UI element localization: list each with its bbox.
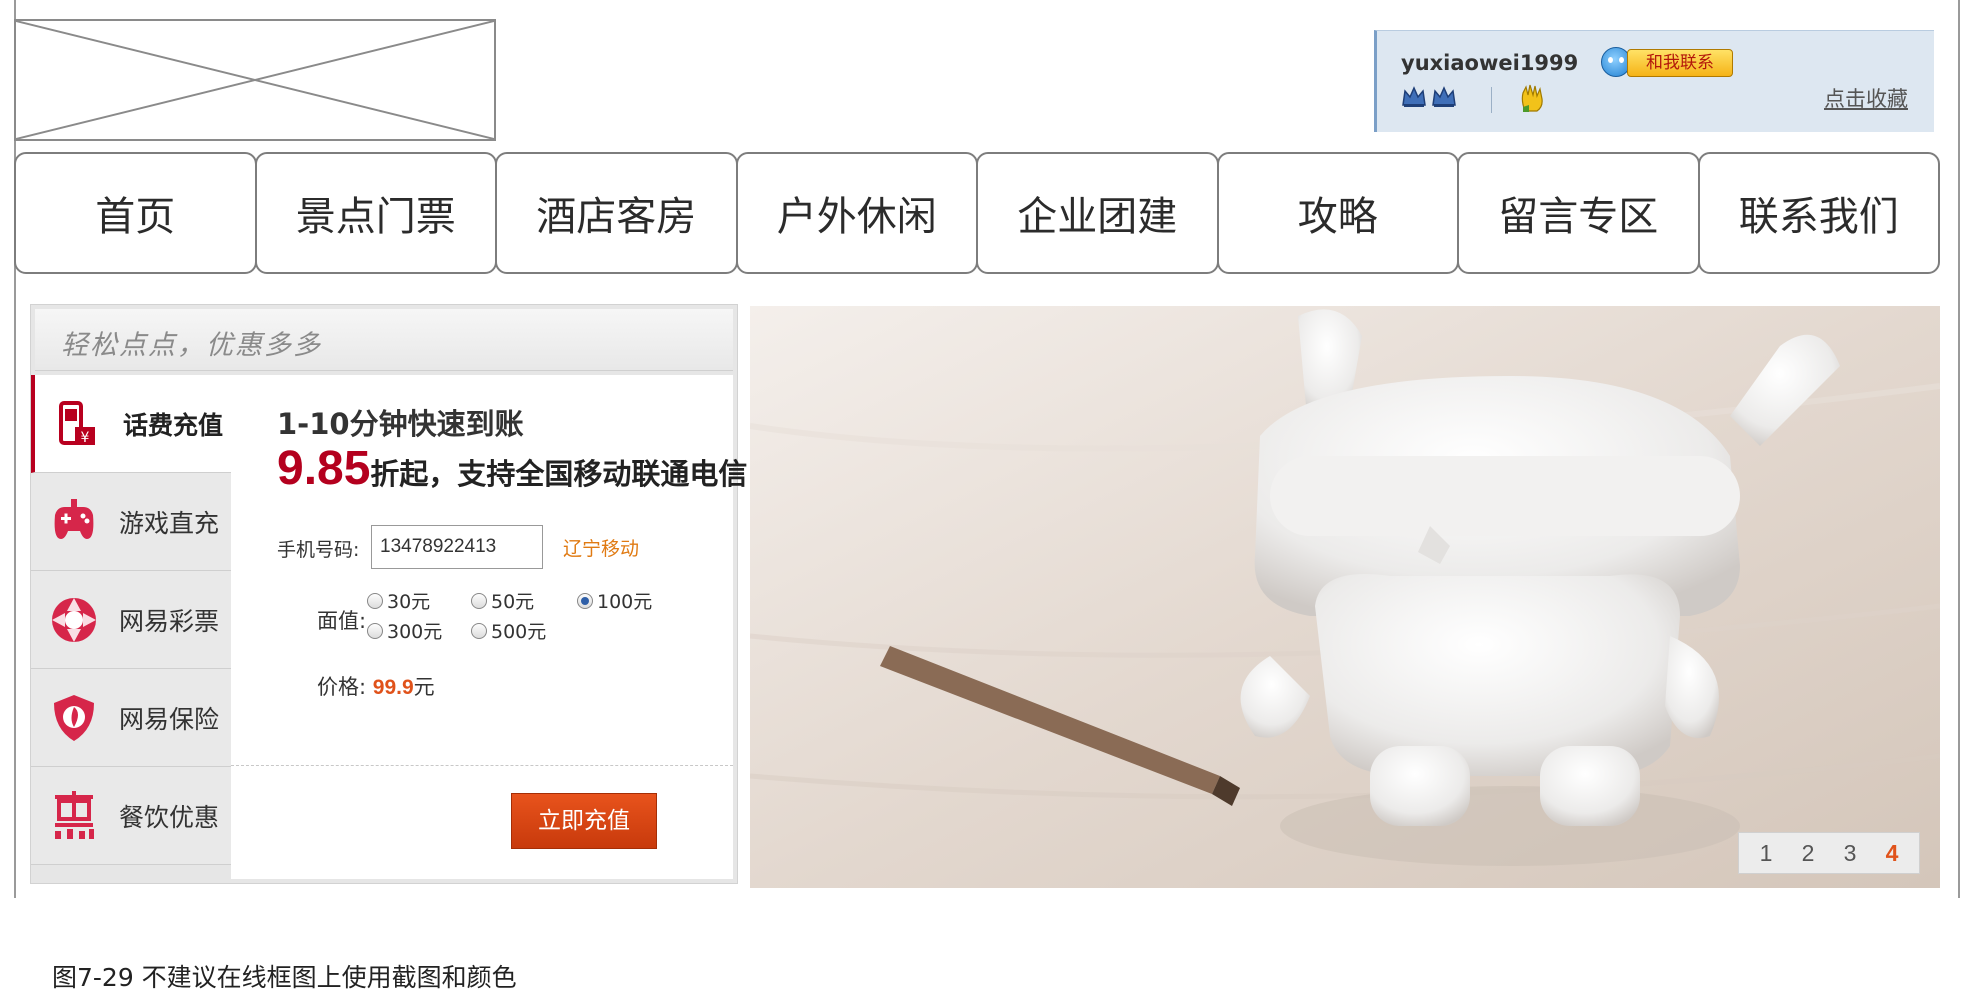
logo-placeholder xyxy=(14,19,496,141)
bookmark-link[interactable]: 点击收藏 xyxy=(1824,83,1908,113)
face-value-option-50[interactable]: 50元 xyxy=(471,587,534,614)
price-unit: 元 xyxy=(413,675,435,699)
carousel-pager: 1 2 3 4 xyxy=(1738,832,1920,874)
recharge-now-button[interactable]: 立即充值 xyxy=(511,793,657,849)
nav-item-hotels[interactable]: 酒店客房 xyxy=(495,152,738,274)
phone-recharge-icon: ¥ xyxy=(51,397,105,451)
option-label: 500元 xyxy=(491,621,547,643)
crown-icon xyxy=(1401,85,1427,109)
promo-headline: 1-10分钟快速到账 xyxy=(277,407,524,441)
pager-page-1[interactable]: 1 xyxy=(1745,835,1787,871)
face-value-option-100[interactable]: 100元 xyxy=(577,587,652,614)
radio-button[interactable] xyxy=(471,622,487,639)
tab-label: 网易彩票 xyxy=(119,606,220,636)
user-info-box: yuxiaowei1999 和我联系 点击收藏 xyxy=(1374,30,1934,132)
tab-label: 话费充值 xyxy=(123,410,224,440)
face-value-option-30[interactable]: 30元 xyxy=(367,587,430,614)
radio-button[interactable] xyxy=(367,592,383,609)
user-box-divider xyxy=(1491,87,1492,113)
nav-item-guides[interactable]: 攻略 xyxy=(1216,152,1459,274)
recharge-form: 1-10分钟快速到账 9.85折起，支持全国移动联通电信 手机号码: 13478… xyxy=(231,375,747,879)
promo-discount-text: 折起，支持全国移动联通电信 xyxy=(370,457,748,491)
recharge-panel: 轻松点点，优惠多多 ¥ 话费充值 游戏直充 网易彩票 网易保险 餐饮优惠 1-1… xyxy=(30,304,747,884)
price-value: 99.9 xyxy=(372,676,414,699)
hand-wave-icon xyxy=(1517,83,1549,113)
tab-dining[interactable]: 餐饮优惠 xyxy=(31,767,231,865)
dining-hui-icon xyxy=(47,789,101,843)
svg-text:¥: ¥ xyxy=(81,430,90,446)
phone-number-label: 手机号码: xyxy=(277,539,360,561)
panel-slogan: 轻松点点，优惠多多 xyxy=(61,330,322,361)
option-label: 30元 xyxy=(387,591,431,613)
contact-me-button[interactable]: 和我联系 xyxy=(1627,49,1733,77)
panel-header: 轻松点点，优惠多多 xyxy=(35,309,733,371)
tab-label: 餐饮优惠 xyxy=(119,802,220,832)
crown-icon xyxy=(1431,85,1457,109)
figure-caption: 图7-29 不建议在线框图上使用截图和颜色 xyxy=(52,963,517,992)
lottery-icon xyxy=(47,593,101,647)
pager-page-3[interactable]: 3 xyxy=(1829,835,1871,871)
nav-item-home[interactable]: 首页 xyxy=(14,152,257,274)
phone-number-input[interactable]: 13478922413 xyxy=(371,525,543,569)
nav-item-outdoor[interactable]: 户外休闲 xyxy=(735,152,978,274)
radio-button[interactable] xyxy=(471,592,487,609)
gamepad-icon xyxy=(47,495,101,549)
face-value-label: 面值: xyxy=(317,609,367,633)
radio-button[interactable] xyxy=(367,622,383,639)
main-nav: 首页 景点门票 酒店客房 户外休闲 企业团建 攻略 留言专区 联系我们 xyxy=(14,152,1940,274)
tab-phone-recharge[interactable]: ¥ 话费充值 xyxy=(31,375,233,473)
tab-insurance[interactable]: 网易保险 xyxy=(31,669,231,767)
option-label: 300元 xyxy=(387,621,443,643)
tab-lottery[interactable]: 网易彩票 xyxy=(31,571,231,669)
face-value-option-300[interactable]: 300元 xyxy=(367,617,442,644)
placeholder-cross-icon xyxy=(16,21,494,139)
banner-carousel[interactable]: 1 2 3 4 xyxy=(750,306,1940,888)
face-value-option-500[interactable]: 500元 xyxy=(471,617,546,644)
option-label: 100元 xyxy=(597,591,653,613)
insurance-shield-icon xyxy=(47,691,101,745)
nav-item-contact[interactable]: 联系我们 xyxy=(1697,152,1940,274)
option-label: 50元 xyxy=(491,591,535,613)
nav-item-tickets[interactable]: 景点门票 xyxy=(254,152,497,274)
discount-value: 9.85 xyxy=(277,442,371,495)
tab-label: 游戏直充 xyxy=(119,508,220,538)
price-row: 价格: 99.9元 xyxy=(317,671,435,701)
service-tabs: ¥ 话费充值 游戏直充 网易彩票 网易保险 餐饮优惠 xyxy=(31,375,233,879)
frame-right-border xyxy=(1958,0,1960,898)
carrier-label: 辽宁移动 xyxy=(563,538,640,560)
nav-item-messages[interactable]: 留言专区 xyxy=(1457,152,1700,274)
pager-page-2[interactable]: 2 xyxy=(1787,835,1829,871)
promo-discount-line: 9.85折起，支持全国移动联通电信 xyxy=(277,441,747,496)
tab-label: 网易保险 xyxy=(119,704,220,734)
nav-item-team-building[interactable]: 企业团建 xyxy=(976,152,1219,274)
price-label: 价格: xyxy=(317,675,367,699)
form-divider xyxy=(231,765,733,766)
pager-page-4[interactable]: 4 xyxy=(1871,835,1913,871)
username: yuxiaowei1999 xyxy=(1401,51,1579,75)
radio-button[interactable] xyxy=(577,592,593,609)
tab-game-recharge[interactable]: 游戏直充 xyxy=(31,473,231,571)
banner-image xyxy=(750,306,1940,888)
